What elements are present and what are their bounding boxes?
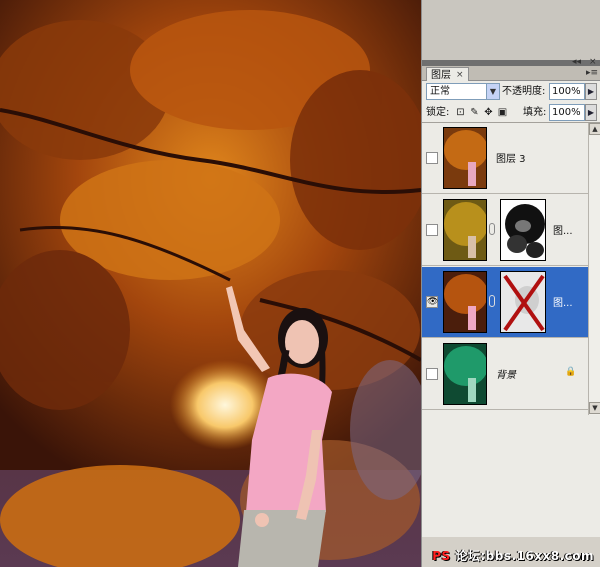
layer-thumbnail-image	[444, 200, 486, 260]
layers-empty-area	[422, 415, 600, 537]
close-panel-icon[interactable]: ×	[589, 58, 597, 67]
document-canvas[interactable]	[0, 0, 421, 567]
layer-thumbnail-image	[444, 128, 486, 188]
fill-input[interactable]: 100%	[549, 104, 585, 121]
opacity-input[interactable]: 100%	[549, 83, 585, 100]
visibility-toggle[interactable]	[426, 152, 438, 164]
layer-thumbnail	[443, 199, 487, 261]
tab-layers[interactable]: 图层 ×	[426, 67, 469, 82]
layer-row-1-selected[interactable]: 👁 图...	[422, 267, 588, 338]
panel-top-strip	[422, 0, 600, 62]
layer-thumbnail	[443, 127, 487, 189]
layer-mask-thumbnail[interactable]	[500, 271, 546, 333]
layer-thumbnail-image	[444, 272, 486, 332]
tab-close-icon[interactable]: ×	[456, 69, 464, 82]
layer-name[interactable]: 图层 3	[496, 150, 526, 165]
lock-fill-row: 锁定: ⊡ ✎ ✥ ▣ 填充: 100% ▶	[422, 103, 600, 123]
chevron-down-icon: ▼	[486, 84, 499, 99]
scroll-up-icon[interactable]: ▲	[589, 123, 600, 135]
opacity-slider-button[interactable]: ▶	[585, 83, 597, 100]
photo-image	[0, 0, 421, 567]
watermark-ps: PS	[432, 549, 451, 563]
eye-icon[interactable]: 👁	[426, 296, 438, 308]
layer-row-3[interactable]: 图层 3	[422, 123, 588, 194]
blend-mode-value: 正常	[430, 86, 450, 97]
chain-link-icon[interactable]	[489, 223, 495, 235]
lock-transparent-pixels-icon[interactable]: ⊡	[455, 107, 466, 118]
visibility-toggle[interactable]	[426, 224, 438, 236]
lock-position-icon[interactable]: ✥	[483, 107, 494, 118]
layer-thumbnail-image	[444, 344, 486, 404]
layers-scrollbar[interactable]: ▲ ▼	[588, 123, 600, 415]
layer-row-background[interactable]: 背景 🔒	[422, 339, 588, 410]
lock-icon: 🔒	[565, 367, 577, 377]
layer-name[interactable]: 背景	[496, 366, 516, 381]
visibility-toggle[interactable]	[426, 368, 438, 380]
watermark: PS 论坛:bbs.16xx8.com	[432, 547, 594, 564]
layer-mask-thumbnail[interactable]	[500, 199, 546, 261]
layer-thumbnail	[443, 343, 487, 405]
opacity-label: 不透明度:	[502, 86, 546, 97]
fill-label: 填充:	[523, 107, 547, 118]
collapse-panel-icon[interactable]: ◂◂	[572, 58, 581, 67]
lock-image-pixels-icon[interactable]: ✎	[469, 107, 480, 118]
lock-label: 锁定:	[426, 107, 450, 118]
scroll-down-icon[interactable]: ▼	[589, 402, 600, 414]
layers-panel: ◂◂ × 图层 × ▸≡ 正常 ▼ 不透明度: 100% ▶ 锁定: ⊡ ✎ ✥…	[421, 0, 600, 567]
blend-mode-select[interactable]: 正常 ▼	[426, 83, 500, 100]
lock-all-icon[interactable]: ▣	[497, 107, 508, 118]
watermark-text: 论坛:bbs.16xx8.com	[455, 549, 594, 563]
layer-name[interactable]: 图...	[553, 222, 573, 237]
layers-list: 图层 3 图... 👁 图... 背景 🔒	[422, 123, 600, 415]
layer-row-2[interactable]: 图...	[422, 195, 588, 266]
panel-menu-icon[interactable]: ▸≡	[586, 68, 598, 78]
mask-thumbnail-image	[501, 200, 545, 260]
tab-layers-label: 图层	[431, 69, 451, 81]
mask-thumbnail-image	[501, 272, 545, 332]
layer-name[interactable]: 图...	[553, 294, 573, 309]
layer-thumbnail	[443, 271, 487, 333]
fill-slider-button[interactable]: ▶	[585, 104, 597, 121]
blend-opacity-row: 正常 ▼ 不透明度: 100% ▶	[422, 81, 600, 103]
panel-tab-row: 图层 × ▸≡	[422, 66, 600, 82]
chain-link-icon[interactable]	[489, 295, 495, 307]
